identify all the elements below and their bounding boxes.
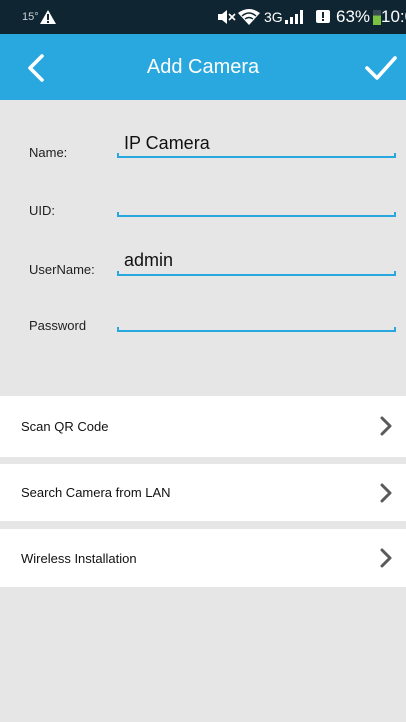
status-bar: 15° 3G 63% 10:05 xyxy=(0,0,406,34)
username-row: UserName: xyxy=(0,245,406,285)
network-type-text: 3G xyxy=(264,0,305,34)
password-underline xyxy=(117,327,396,332)
name-row: Name: xyxy=(0,128,406,168)
password-row: Password xyxy=(0,300,406,340)
network-label: 3G xyxy=(264,9,283,25)
menu-item-label: Search Camera from LAN xyxy=(21,485,171,500)
menu-item-label: Scan QR Code xyxy=(21,419,109,434)
confirm-button[interactable] xyxy=(364,54,398,82)
camera-form: Name: UID: UserName: Password xyxy=(0,100,406,396)
name-underline xyxy=(117,153,396,158)
battery-percent: 63% xyxy=(336,7,371,26)
password-label: Password xyxy=(29,318,87,333)
clock: 10:05 xyxy=(381,7,406,26)
signal-icon xyxy=(284,10,303,24)
menu-item-search-lan[interactable]: Search Camera from LAN xyxy=(0,464,406,521)
temperature-text: 15° xyxy=(22,11,39,23)
menu-item-wireless-installation[interactable]: Wireless Installation xyxy=(0,529,406,587)
notification-icon xyxy=(316,0,332,34)
warning-icon xyxy=(40,0,56,34)
menu-item-scan-qr[interactable]: Scan QR Code xyxy=(0,396,406,457)
mute-icon xyxy=(218,0,236,34)
wifi-icon xyxy=(238,0,260,34)
chevron-right-icon xyxy=(380,483,392,503)
uid-label: UID: xyxy=(29,203,55,218)
checkmark-icon xyxy=(365,56,397,80)
page-title: Add Camera xyxy=(146,55,260,78)
chevron-right-icon xyxy=(380,548,392,568)
battery-icon xyxy=(373,0,381,34)
title-bar: Add Camera xyxy=(0,34,406,100)
username-underline xyxy=(117,271,396,276)
username-label: UserName: xyxy=(29,262,95,277)
chevron-right-icon xyxy=(380,416,392,436)
name-label: Name: xyxy=(29,145,68,160)
uid-row: UID: xyxy=(0,186,406,226)
menu-item-label: Wireless Installation xyxy=(21,550,137,566)
uid-underline xyxy=(117,212,396,217)
